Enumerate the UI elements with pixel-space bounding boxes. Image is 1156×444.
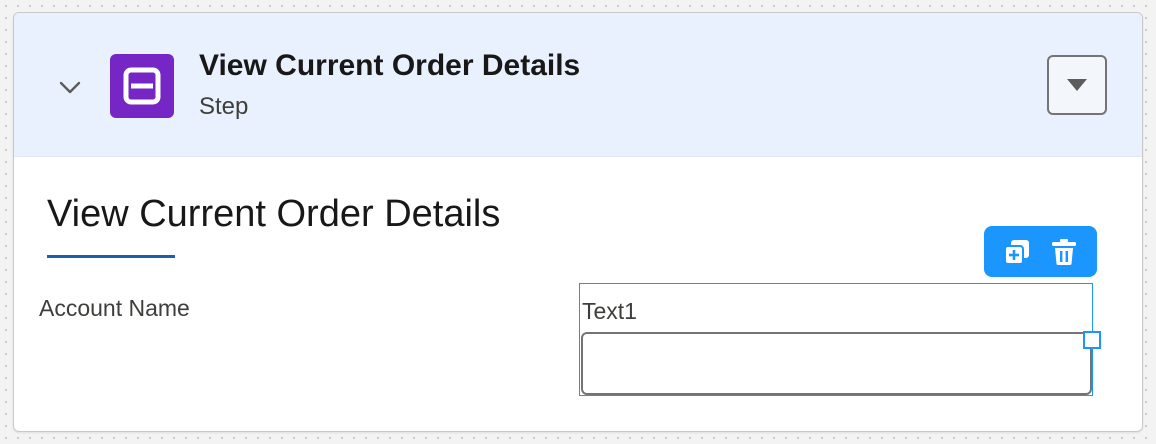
duplicate-icon (1004, 239, 1030, 265)
account-name-label: Account Name (39, 295, 190, 321)
duplicate-button[interactable] (1000, 235, 1034, 269)
step-type-label: Step (199, 93, 249, 120)
text1-input[interactable] (581, 332, 1092, 395)
step-menu-button[interactable] (1047, 55, 1107, 115)
caret-down-icon (1067, 79, 1087, 91)
screen-step-icon (110, 54, 174, 118)
trash-icon (1051, 238, 1076, 265)
resize-handle[interactable] (1083, 331, 1101, 349)
delete-button[interactable] (1047, 235, 1081, 269)
text1-label: Text1 (582, 298, 637, 324)
chevron-down-icon[interactable] (58, 75, 82, 99)
section-title: View Current Order Details (47, 193, 501, 235)
section-underline (47, 255, 175, 258)
step-header: View Current Order Details Step (14, 13, 1142, 157)
step-title: View Current Order Details (199, 49, 581, 82)
component-toolbar (984, 226, 1097, 277)
step-card: View Current Order Details Step View Cur… (13, 12, 1143, 432)
